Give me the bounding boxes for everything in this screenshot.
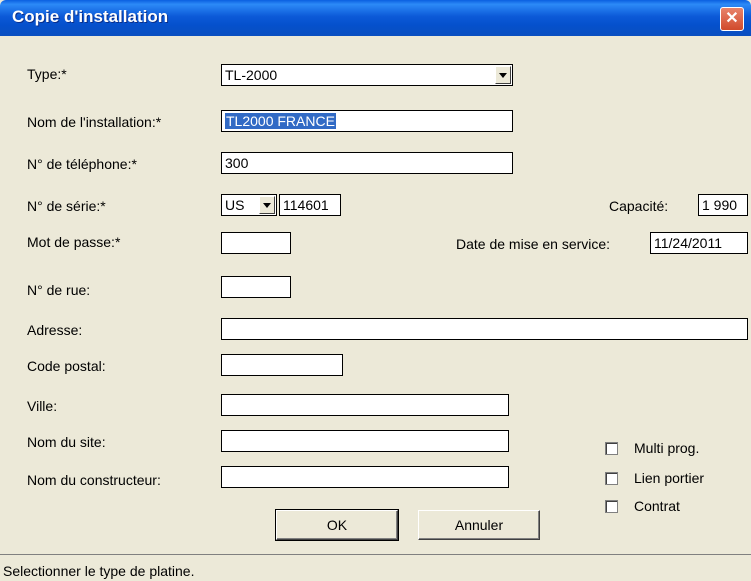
mot-de-passe-label: Mot de passe:* [27, 234, 121, 250]
lien-portier-checkbox[interactable] [605, 472, 618, 485]
adresse-input[interactable] [221, 318, 748, 340]
chevron-down-icon[interactable] [259, 196, 275, 214]
capacite-label: Capacité: [609, 198, 669, 214]
capacite-input[interactable]: 1 990 [698, 194, 748, 216]
telephone-label: N° de téléphone:* [27, 156, 137, 172]
nom-installation-value: TL2000 FRANCE [225, 113, 336, 129]
contrat-checkbox[interactable] [605, 500, 618, 513]
date-service-label: Date de mise en service: [456, 236, 611, 252]
nom-installation-label: Nom de l'installation:* [27, 114, 162, 130]
adresse-label: Adresse: [27, 322, 83, 338]
mot-de-passe-input[interactable] [221, 232, 291, 254]
close-icon: ✕ [725, 10, 739, 27]
constructeur-input[interactable] [221, 466, 509, 488]
title-bar: Copie d'installation ✕ [0, 0, 751, 36]
nom-installation-input[interactable]: TL2000 FRANCE [221, 110, 513, 132]
close-button[interactable]: ✕ [720, 7, 744, 31]
date-service-input[interactable]: 11/24/2011 [650, 232, 748, 254]
multi-prog-label: Multi prog. [634, 440, 700, 456]
ok-button[interactable]: OK [275, 509, 399, 541]
rue-input[interactable] [221, 276, 291, 298]
contrat-label: Contrat [634, 498, 680, 514]
rue-label: N° de rue: [27, 282, 91, 298]
annuler-button[interactable]: Annuler [418, 510, 540, 540]
type-value: TL-2000 [225, 67, 278, 83]
status-text: Selectionner le type de platine. [3, 563, 195, 579]
nom-site-label: Nom du site: [27, 434, 106, 450]
chevron-down-icon[interactable] [495, 66, 511, 84]
code-postal-input[interactable] [221, 354, 343, 376]
ville-label: Ville: [27, 398, 58, 414]
dialog-body: Type:* TL-2000 Nom de l'installation:* T… [0, 36, 751, 554]
serie-input[interactable]: 114601 [279, 194, 341, 216]
type-label: Type:* [27, 66, 67, 82]
status-bar: Selectionner le type de platine. [0, 554, 751, 581]
type-select[interactable]: TL-2000 [221, 64, 513, 86]
serie-prefix-select[interactable]: US [221, 194, 277, 216]
window-title: Copie d'installation [12, 7, 169, 26]
nom-site-input[interactable] [221, 430, 509, 452]
constructeur-label: Nom du constructeur: [27, 472, 161, 488]
code-postal-label: Code postal: [27, 358, 106, 374]
telephone-input[interactable]: 300 [221, 152, 513, 174]
lien-portier-label: Lien portier [634, 470, 705, 486]
serie-prefix-value: US [225, 197, 245, 213]
multi-prog-checkbox[interactable] [605, 442, 618, 455]
ville-input[interactable] [221, 394, 509, 416]
serie-label: N° de série:* [27, 198, 106, 214]
